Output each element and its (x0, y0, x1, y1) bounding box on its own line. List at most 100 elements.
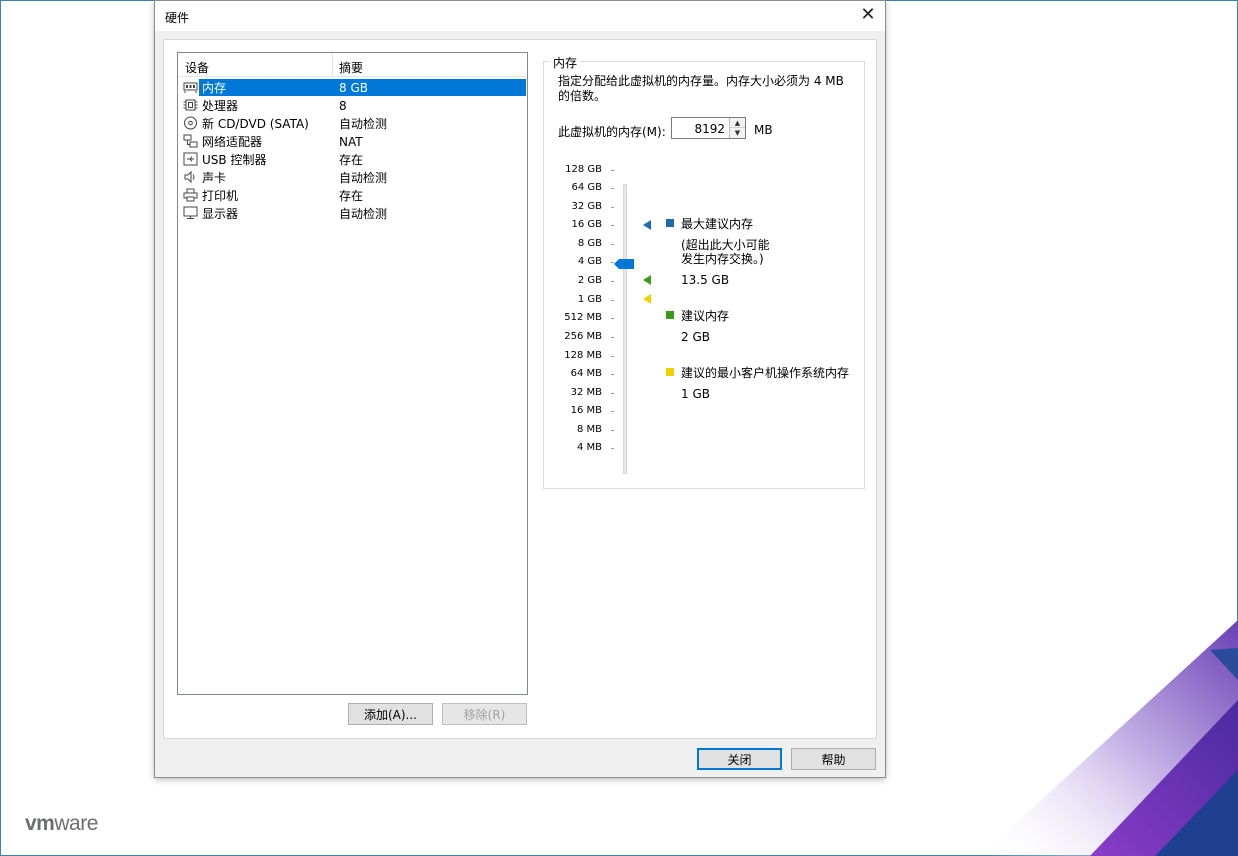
memory-unit: MB (754, 123, 773, 137)
scale-label: 8 MB (576, 424, 602, 435)
scale-tick (611, 281, 614, 282)
close-button[interactable]: 关闭 (697, 748, 782, 770)
device-name: 显示器 (202, 207, 239, 221)
scale-tick (611, 448, 614, 449)
scale-tick (611, 300, 614, 301)
remove-device-button[interactable]: 移除(R) (442, 703, 527, 725)
device-summary: 自动检测 (339, 207, 388, 221)
device-row-cd-dvd[interactable]: 新 CD/DVD (SATA) 自动检测 (178, 114, 527, 132)
device-row-network[interactable]: 网络适配器 NAT (178, 132, 527, 150)
memory-slider-track[interactable] (623, 184, 627, 474)
device-name: 处理器 (202, 99, 239, 113)
minimum-legend-icon (666, 368, 674, 376)
scale-label: 4 GB (577, 256, 602, 267)
scale-label: 32 MB (570, 387, 602, 398)
minimum-marker-icon (643, 294, 651, 304)
decorative-corner-graphic (980, 620, 1238, 856)
scale-tick (611, 170, 614, 171)
scale-label: 2 GB (577, 275, 602, 286)
spin-buttons: ▲ ▼ (729, 118, 745, 138)
max-recommended-note: (超出此大小可能 (681, 238, 770, 252)
scale-label: 256 MB (564, 331, 602, 342)
hardware-dialog: 硬件 ✕ 设备 摘要 内存 8 GB 处理器 8 新 CD/DVD (SATA)… (154, 0, 886, 778)
memory-size-spinbox[interactable]: 8192 ▲ ▼ (671, 117, 746, 139)
device-name: 新 CD/DVD (SATA) (202, 117, 309, 131)
minimum-value: 1 GB (681, 387, 710, 401)
max-recommended-value: 13.5 GB (681, 273, 730, 287)
device-summary: 自动检测 (339, 117, 388, 131)
column-header-device[interactable]: 设备 (185, 59, 209, 76)
spin-up-icon[interactable]: ▲ (730, 118, 745, 128)
device-list-header: 设备 摘要 (178, 53, 527, 77)
scale-tick (611, 356, 614, 357)
device-row-memory[interactable]: 内存 8 GB (178, 78, 527, 96)
title-bar: 硬件 ✕ (155, 1, 885, 31)
max-recommended-legend-icon (666, 219, 674, 227)
device-row-sound[interactable]: 声卡 自动检测 (178, 168, 527, 186)
memory-size-value[interactable]: 8192 (694, 122, 725, 136)
device-name: USB 控制器 (202, 153, 267, 167)
scale-label: 32 GB (571, 201, 602, 212)
main-panel: 设备 摘要 内存 8 GB 处理器 8 新 CD/DVD (SATA) 自动检测… (163, 39, 877, 739)
memory-field-label: 此虚拟机的内存(M): (558, 125, 666, 139)
scale-tick (611, 393, 614, 394)
scale-tick (611, 225, 614, 226)
scale-tick (611, 244, 614, 245)
monitor-icon (183, 206, 198, 219)
device-row-usb[interactable]: USB 控制器 存在 (178, 150, 527, 168)
max-recommended-marker-icon (643, 220, 651, 230)
help-button[interactable]: 帮助 (791, 748, 876, 770)
scale-tick (611, 430, 614, 431)
network-icon (183, 134, 198, 148)
memory-group: 内存 指定分配给此虚拟机的内存量。内存大小必须为 4 MB 的倍数。 此虚拟机的… (543, 54, 865, 489)
scale-label: 4 MB (576, 442, 602, 453)
scale-tick (611, 337, 614, 338)
device-summary: 自动检测 (339, 171, 388, 185)
printer-icon (183, 188, 198, 202)
memory-slider-thumb[interactable] (614, 258, 635, 270)
recommended-legend-icon (666, 311, 674, 319)
scale-tick (611, 318, 614, 319)
usb-icon (183, 152, 198, 166)
device-rows: 内存 8 GB 处理器 8 新 CD/DVD (SATA) 自动检测 网络适配器… (178, 78, 527, 222)
cpu-icon (183, 99, 198, 111)
scale-label: 512 MB (564, 312, 602, 323)
scale-label: 16 GB (571, 219, 602, 230)
scale-label: 128 GB (565, 164, 602, 175)
memory-description: 指定分配给此虚拟机的内存量。内存大小必须为 4 MB 的倍数。 (558, 74, 844, 103)
device-row-cpu[interactable]: 处理器 8 (178, 96, 527, 114)
scale-label: 128 MB (564, 350, 602, 361)
device-summary: 8 GB (339, 81, 368, 95)
scale-tick (611, 374, 614, 375)
scale-tick (611, 188, 614, 189)
device-row-display[interactable]: 显示器 自动检测 (178, 204, 527, 222)
disc-icon (184, 116, 197, 130)
device-name: 内存 (202, 81, 227, 95)
device-list[interactable]: 设备 摘要 内存 8 GB 处理器 8 新 CD/DVD (SATA) 自动检测… (177, 52, 528, 695)
device-name: 打印机 (202, 189, 239, 203)
scale-label: 1 GB (577, 294, 602, 305)
recommended-value: 2 GB (681, 330, 710, 344)
close-icon[interactable]: ✕ (859, 5, 877, 25)
speaker-icon (184, 170, 195, 184)
minimum-title: 建议的最小客户机操作系统内存 (681, 366, 850, 380)
scale-tick (611, 411, 614, 412)
device-summary: 存在 (339, 189, 364, 203)
add-device-button[interactable]: 添加(A)... (348, 703, 433, 725)
device-summary: 8 (339, 99, 347, 113)
dialog-title: 硬件 (165, 11, 190, 25)
scale-tick (611, 207, 614, 208)
scale-label: 64 GB (571, 182, 602, 193)
spin-down-icon[interactable]: ▼ (730, 128, 745, 138)
max-recommended-title: 最大建议内存 (681, 217, 754, 231)
column-header-summary[interactable]: 摘要 (339, 59, 363, 76)
device-row-printer[interactable]: 打印机 存在 (178, 186, 527, 204)
device-summary: 存在 (339, 153, 364, 167)
memory-icon (183, 82, 198, 93)
device-summary: NAT (339, 135, 363, 149)
scale-label: 64 MB (570, 368, 602, 379)
scale-label: 8 GB (577, 238, 602, 249)
device-name: 声卡 (202, 171, 227, 185)
recommended-title: 建议内存 (681, 309, 730, 323)
column-separator[interactable] (332, 53, 333, 76)
